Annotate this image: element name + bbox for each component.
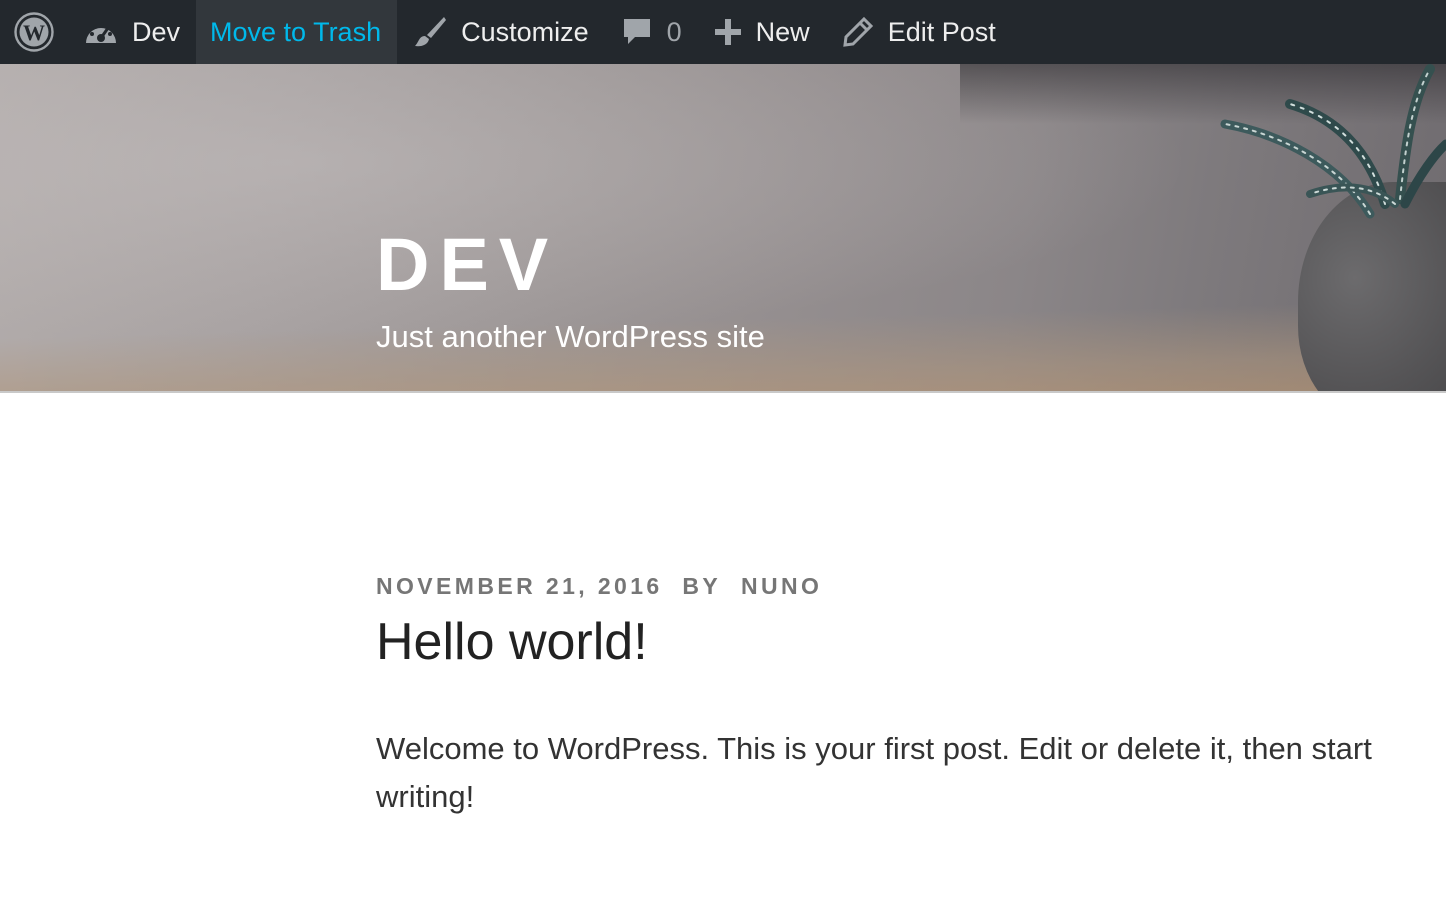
- site-title[interactable]: DEV: [376, 228, 558, 302]
- site-description: Just another WordPress site: [376, 319, 765, 354]
- new-content-label[interactable]: New: [756, 17, 810, 48]
- site-name-label[interactable]: Dev: [132, 17, 180, 48]
- move-to-trash-button[interactable]: Move to Trash: [196, 0, 398, 64]
- comments-button[interactable]: 0: [605, 0, 698, 64]
- post-title[interactable]: Hello world!: [376, 612, 648, 672]
- customize-button[interactable]: Customize: [397, 0, 605, 64]
- customize-label[interactable]: Customize: [461, 17, 589, 48]
- plus-icon: [714, 18, 742, 46]
- admin-bar: W Dev Move to Trash Customize 0 New Edit…: [0, 0, 1446, 64]
- edit-post-button[interactable]: Edit Post: [826, 0, 1012, 64]
- comment-bubble-icon: [621, 16, 653, 48]
- pencil-icon: [842, 16, 874, 48]
- site-name-menu[interactable]: Dev: [68, 0, 196, 64]
- comments-count[interactable]: 0: [667, 17, 682, 48]
- post-byline: by: [682, 573, 722, 599]
- new-content-button[interactable]: New: [698, 0, 826, 64]
- post-date[interactable]: November 21, 2016: [376, 573, 663, 600]
- post-content: Welcome to WordPress. This is your first…: [376, 731, 1372, 814]
- edit-post-label[interactable]: Edit Post: [888, 17, 996, 48]
- paintbrush-icon: [413, 15, 447, 49]
- post-author[interactable]: Nuno: [741, 573, 822, 600]
- header-image-plant: [1220, 64, 1446, 219]
- post-meta: November 21, 2016 by Nuno: [376, 573, 822, 600]
- move-to-trash-label[interactable]: Move to Trash: [210, 17, 381, 48]
- wordpress-menu[interactable]: W: [0, 0, 68, 64]
- svg-text:W: W: [23, 20, 45, 45]
- header-divider: [0, 391, 1446, 393]
- dashboard-gauge-icon: [84, 17, 118, 47]
- wordpress-logo-icon[interactable]: W: [14, 12, 54, 52]
- site-header: DEV Just another WordPress site: [0, 64, 1446, 392]
